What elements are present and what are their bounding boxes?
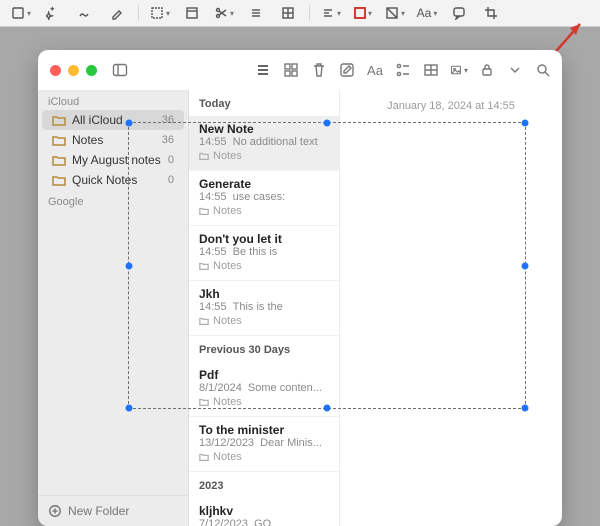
note-item[interactable]: To the minister13/12/2023 Dear Minis... N…: [189, 417, 339, 472]
notes-group-label: Today: [189, 90, 339, 116]
note-subtitle: 7/12/2023 GO: [199, 518, 329, 526]
note-date: January 18, 2024 at 14:55: [354, 100, 548, 112]
minimize-window-icon[interactable]: [68, 65, 79, 76]
crop-icon[interactable]: [476, 2, 506, 24]
table-icon[interactable]: [422, 61, 440, 79]
notes-group-label: 2023: [189, 472, 339, 498]
text-style-icon[interactable]: Aa: [366, 61, 384, 79]
grid-view-icon[interactable]: [282, 61, 300, 79]
new-folder-button[interactable]: New Folder: [38, 495, 188, 526]
zoom-window-icon[interactable]: [86, 65, 97, 76]
screenshot-toolbar: ▾▾▾▾▾▾Aa▾: [0, 0, 600, 27]
window-toolbar: Aa ▾: [38, 50, 562, 90]
capture-mode-icon[interactable]: ▾: [6, 2, 36, 24]
selection-handle[interactable]: [126, 120, 133, 127]
table-capture-icon[interactable]: [273, 2, 303, 24]
selection-handle[interactable]: [126, 262, 133, 269]
trash-icon[interactable]: [310, 61, 328, 79]
note-folder: Notes: [199, 451, 329, 463]
freehand-icon[interactable]: [70, 2, 100, 24]
sidebar-toggle-icon[interactable]: [111, 61, 129, 79]
checklist-icon[interactable]: [394, 61, 412, 79]
shape-outline-icon[interactable]: ▾: [380, 2, 410, 24]
traffic-lights[interactable]: [38, 65, 97, 76]
selection-handle[interactable]: [126, 405, 133, 412]
close-window-icon[interactable]: [50, 65, 61, 76]
list-view-icon[interactable]: [254, 61, 272, 79]
comment-icon[interactable]: [444, 2, 474, 24]
window-select-icon[interactable]: [177, 2, 207, 24]
selection-handle[interactable]: [522, 405, 529, 412]
compose-icon[interactable]: [338, 61, 356, 79]
folder-icon: [52, 153, 66, 167]
media-icon[interactable]: ▾: [450, 61, 468, 79]
folder-icon: [52, 173, 66, 187]
note-title: To the minister: [199, 423, 329, 437]
folder-icon: [52, 133, 66, 147]
folder-icon: [52, 113, 66, 127]
note-item[interactable]: kljhkv7/12/2023 GONotes: [189, 498, 339, 526]
note-title: kljhkv: [199, 504, 329, 518]
selection-handle[interactable]: [324, 120, 331, 127]
selection-handle[interactable]: [522, 120, 529, 127]
more-icon[interactable]: [506, 61, 524, 79]
lock-icon[interactable]: [478, 61, 496, 79]
new-folder-label: New Folder: [68, 504, 129, 518]
scissors-icon[interactable]: ▾: [209, 2, 239, 24]
search-icon[interactable]: [534, 61, 552, 79]
selection-handle[interactable]: [522, 262, 529, 269]
selection-handle[interactable]: [324, 405, 331, 412]
text-style-icon[interactable]: Aa▾: [412, 2, 442, 24]
sidebar-section-label: iCloud: [38, 90, 188, 110]
align-icon[interactable]: ▾: [316, 2, 346, 24]
note-subtitle: 13/12/2023 Dear Minis...: [199, 437, 329, 449]
red-box-icon[interactable]: ▾: [348, 2, 378, 24]
list-icon[interactable]: [241, 2, 271, 24]
rect-select-icon[interactable]: ▾: [145, 2, 175, 24]
crop-selection[interactable]: [128, 122, 526, 409]
highlighter-icon[interactable]: [102, 2, 132, 24]
sparkle-icon[interactable]: [38, 2, 68, 24]
